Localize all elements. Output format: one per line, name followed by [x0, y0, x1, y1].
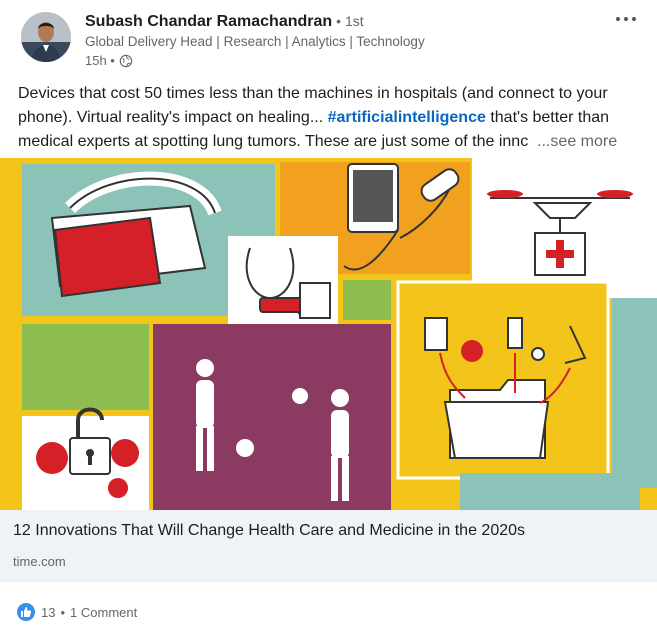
author-name-row: Subash Chandar Ramachandran • 1st [85, 13, 364, 33]
author-avatar[interactable] [21, 12, 71, 62]
article-link-card[interactable]: 12 Innovations That Will Change Health C… [0, 510, 657, 582]
connection-degree: • 1st [336, 13, 364, 29]
more-dot-icon [632, 17, 636, 21]
post-text-segment: that's better than [485, 109, 610, 126]
post-text-line: Devices that cost 50 times less than the… [18, 85, 608, 102]
post-text-segment: phone). Virtual reality's impact on heal… [18, 109, 328, 126]
post-text-line: medical experts at spotting lung tumors.… [18, 130, 648, 154]
globe-icon [119, 54, 133, 67]
post-text: Devices that cost 50 times less than the… [18, 82, 648, 154]
hashtag-link[interactable]: #artificialintelligence [328, 109, 486, 126]
thumbs-up-icon [17, 603, 35, 621]
more-dot-icon [616, 17, 620, 21]
post-timestamp: 15h • [85, 53, 115, 68]
see-more-link[interactable]: ...see more [537, 133, 617, 150]
separator-dot: • [60, 604, 66, 620]
feed-post-card: Subash Chandar Ramachandran • 1st Global… [0, 0, 657, 629]
reactions-count[interactable]: 13 [41, 605, 55, 620]
article-title[interactable]: 12 Innovations That Will Change Health C… [13, 522, 525, 540]
social-counts: 13 • 1 Comment [17, 602, 137, 622]
post-text-line: phone). Virtual reality's impact on heal… [18, 106, 648, 130]
more-options-button[interactable] [611, 10, 641, 28]
more-dot-icon [624, 17, 628, 21]
comments-count-link[interactable]: 1 Comment [70, 605, 137, 620]
post-meta: 15h • [85, 53, 133, 68]
author-name[interactable]: Subash Chandar Ramachandran [85, 13, 332, 31]
article-source: time.com [13, 554, 66, 569]
author-headline: Global Delivery Head | Research | Analyt… [85, 34, 425, 49]
article-image[interactable] [0, 158, 657, 510]
post-text-segment: medical experts at spotting lung tumors.… [18, 133, 529, 150]
